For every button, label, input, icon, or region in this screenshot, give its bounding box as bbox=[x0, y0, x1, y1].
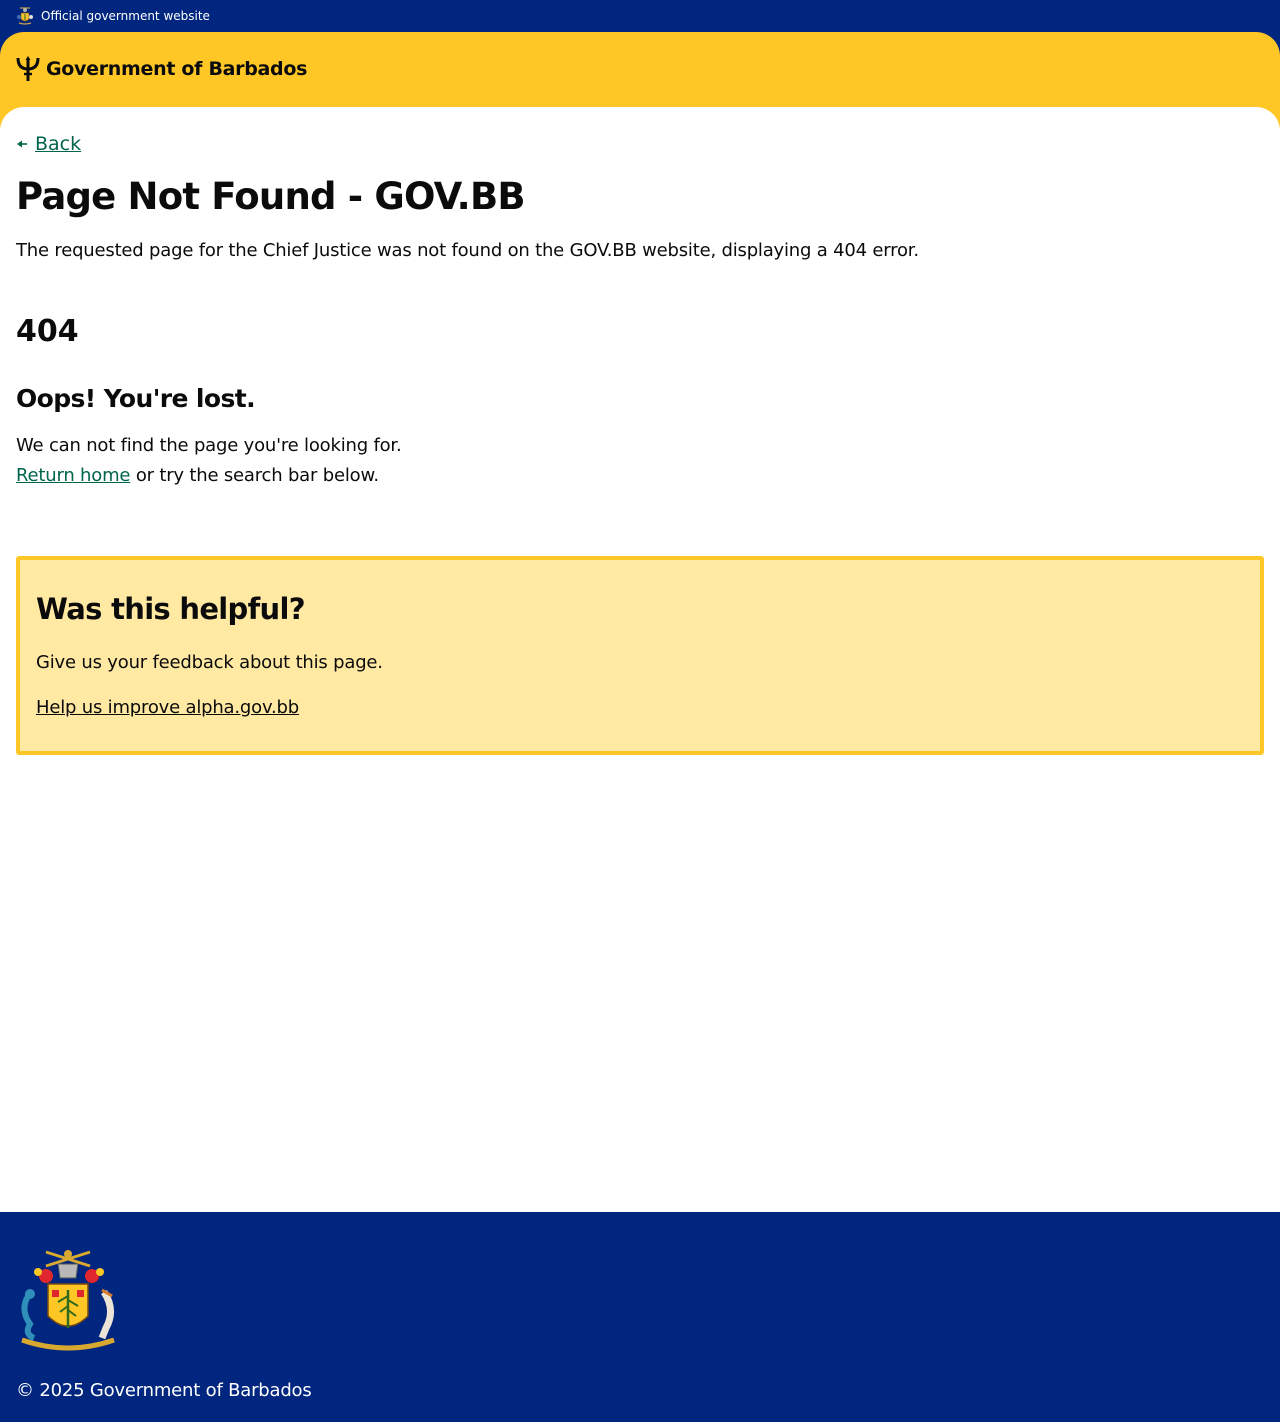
feedback-title: Was this helpful? bbox=[36, 592, 306, 626]
copyright: © 2025 Government of Barbados bbox=[16, 1380, 312, 1401]
trident-icon bbox=[16, 56, 40, 81]
feedback-panel: Was this helpful? Give us your feedback … bbox=[16, 556, 1264, 755]
return-suffix: or try the search bar below. bbox=[130, 465, 379, 486]
return-home-link[interactable]: Return home bbox=[16, 465, 130, 486]
page-title: Page Not Found - GOV.BB bbox=[16, 175, 526, 218]
official-banner: Official government website bbox=[0, 0, 1280, 32]
arrow-left-icon bbox=[17, 140, 27, 148]
page-lead: The requested page for the Chief Justice… bbox=[16, 240, 919, 261]
coat-of-arms-icon bbox=[17, 7, 33, 25]
main-content: Back Page Not Found - GOV.BB The request… bbox=[0, 107, 1280, 1212]
site-footer: © 2025 Government of Barbados bbox=[0, 1212, 1280, 1422]
feedback-link[interactable]: Help us improve alpha.gov.bb bbox=[36, 697, 299, 718]
official-banner-label: Official government website bbox=[41, 9, 210, 23]
coat-of-arms-icon bbox=[21, 1250, 115, 1351]
home-link[interactable]: Government of Barbados bbox=[16, 56, 307, 82]
error-code: 404 bbox=[16, 314, 79, 349]
error-help-text: Return home or try the search bar below. bbox=[16, 465, 379, 486]
error-heading: Oops! You're lost. bbox=[16, 384, 256, 413]
back-label: Back bbox=[35, 133, 82, 155]
back-link[interactable]: Back bbox=[16, 133, 81, 155]
brand-name: Government of Barbados bbox=[46, 58, 308, 80]
error-message: We can not find the page you're looking … bbox=[16, 435, 402, 456]
feedback-text: Give us your feedback about this page. bbox=[36, 652, 383, 673]
